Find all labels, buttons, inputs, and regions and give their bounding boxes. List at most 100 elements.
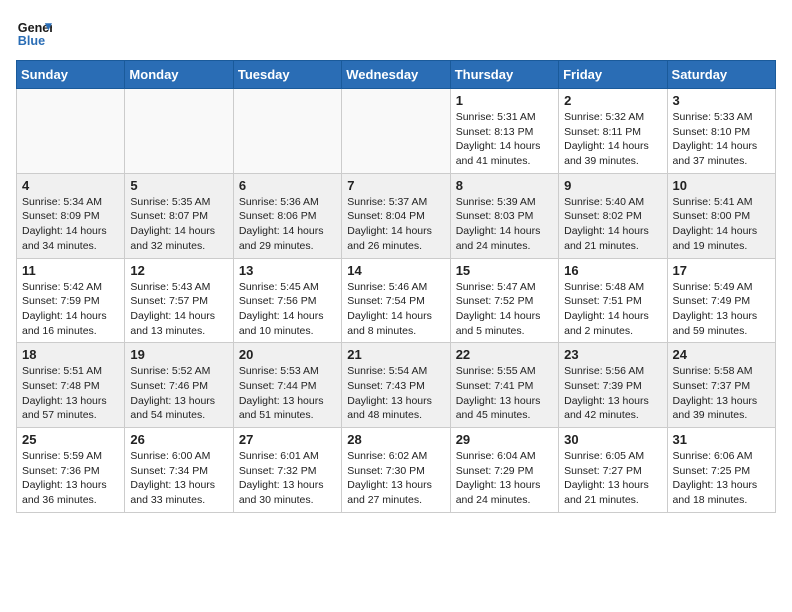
calendar-cell (342, 89, 450, 174)
calendar-cell: 24 Sunrise: 5:58 AM Sunset: 7:37 PM Dayli… (667, 343, 775, 428)
week-row-1: 1 Sunrise: 5:31 AM Sunset: 8:13 PM Daylig… (17, 89, 776, 174)
calendar-cell: 23 Sunrise: 5:56 AM Sunset: 7:39 PM Dayli… (559, 343, 667, 428)
calendar-cell: 3Sunrise: 5:33 AM Sunset: 8:10 PM Daylig… (667, 89, 775, 174)
calendar-cell: 21 Sunrise: 5:54 AM Sunset: 7:43 PM Dayli… (342, 343, 450, 428)
day-number: 6 (239, 178, 336, 193)
day-info: Sunrise: 5:33 AM Sunset: 8:10 PM Dayligh… (673, 110, 770, 169)
day-info: Sunrise: 6:00 AM Sunset: 7:34 PM Dayligh… (130, 449, 227, 508)
day-number: 19 (130, 347, 227, 362)
day-number: 30 (564, 432, 661, 447)
day-info: Sunrise: 5:56 AM Sunset: 7:39 PM Dayligh… (564, 364, 661, 423)
calendar-cell: 17 Sunrise: 5:49 AM Sunset: 7:49 PM Dayli… (667, 258, 775, 343)
calendar-cell: 29 Sunrise: 6:04 AM Sunset: 7:29 PM Dayli… (450, 428, 558, 513)
calendar-cell: 6 Sunrise: 5:36 AM Sunset: 8:06 PM Daylig… (233, 173, 341, 258)
day-number: 25 (22, 432, 119, 447)
day-number: 5 (130, 178, 227, 193)
day-info: Sunrise: 6:06 AM Sunset: 7:25 PM Dayligh… (673, 449, 770, 508)
weekday-header-thursday: Thursday (450, 61, 558, 89)
day-info: Sunrise: 5:43 AM Sunset: 7:57 PM Dayligh… (130, 280, 227, 339)
day-info: Sunrise: 5:51 AM Sunset: 7:48 PM Dayligh… (22, 364, 119, 423)
calendar-cell: 30 Sunrise: 6:05 AM Sunset: 7:27 PM Dayli… (559, 428, 667, 513)
day-number: 31 (673, 432, 770, 447)
day-info: Sunrise: 5:58 AM Sunset: 7:37 PM Dayligh… (673, 364, 770, 423)
week-row-4: 18 Sunrise: 5:51 AM Sunset: 7:48 PM Dayli… (17, 343, 776, 428)
calendar-cell: 22Sunrise: 5:55 AM Sunset: 7:41 PM Dayli… (450, 343, 558, 428)
day-number: 1 (456, 93, 553, 108)
day-number: 28 (347, 432, 444, 447)
calendar-cell: 26 Sunrise: 6:00 AM Sunset: 7:34 PM Dayli… (125, 428, 233, 513)
day-info: Sunrise: 5:52 AM Sunset: 7:46 PM Dayligh… (130, 364, 227, 423)
calendar-cell: 20 Sunrise: 5:53 AM Sunset: 7:44 PM Dayli… (233, 343, 341, 428)
calendar-table: SundayMondayTuesdayWednesdayThursdayFrid… (16, 60, 776, 513)
day-number: 23 (564, 347, 661, 362)
day-info: Sunrise: 6:04 AM Sunset: 7:29 PM Dayligh… (456, 449, 553, 508)
logo: General Blue (16, 16, 52, 52)
day-number: 11 (22, 263, 119, 278)
weekday-header-wednesday: Wednesday (342, 61, 450, 89)
day-info: Sunrise: 5:46 AM Sunset: 7:54 PM Dayligh… (347, 280, 444, 339)
calendar-cell (125, 89, 233, 174)
day-number: 18 (22, 347, 119, 362)
day-number: 20 (239, 347, 336, 362)
calendar-cell: 1 Sunrise: 5:31 AM Sunset: 8:13 PM Daylig… (450, 89, 558, 174)
week-row-3: 11 Sunrise: 5:42 AM Sunset: 7:59 PM Dayli… (17, 258, 776, 343)
svg-text:Blue: Blue (18, 34, 45, 48)
weekday-header-row: SundayMondayTuesdayWednesdayThursdayFrid… (17, 61, 776, 89)
calendar-cell: 18 Sunrise: 5:51 AM Sunset: 7:48 PM Dayli… (17, 343, 125, 428)
day-number: 13 (239, 263, 336, 278)
day-info: Sunrise: 5:37 AM Sunset: 8:04 PM Dayligh… (347, 195, 444, 254)
day-number: 2 (564, 93, 661, 108)
day-info: Sunrise: 6:02 AM Sunset: 7:30 PM Dayligh… (347, 449, 444, 508)
day-number: 22 (456, 347, 553, 362)
day-info: Sunrise: 5:53 AM Sunset: 7:44 PM Dayligh… (239, 364, 336, 423)
calendar-cell: 2Sunrise: 5:32 AM Sunset: 8:11 PM Daylig… (559, 89, 667, 174)
day-number: 29 (456, 432, 553, 447)
day-info: Sunrise: 5:34 AM Sunset: 8:09 PM Dayligh… (22, 195, 119, 254)
week-row-2: 4Sunrise: 5:34 AM Sunset: 8:09 PM Daylig… (17, 173, 776, 258)
day-info: Sunrise: 6:01 AM Sunset: 7:32 PM Dayligh… (239, 449, 336, 508)
calendar-cell: 12Sunrise: 5:43 AM Sunset: 7:57 PM Dayli… (125, 258, 233, 343)
day-number: 26 (130, 432, 227, 447)
calendar-cell: 10Sunrise: 5:41 AM Sunset: 8:00 PM Dayli… (667, 173, 775, 258)
day-number: 7 (347, 178, 444, 193)
page-header: General Blue (16, 16, 776, 52)
weekday-header-tuesday: Tuesday (233, 61, 341, 89)
day-number: 16 (564, 263, 661, 278)
day-number: 10 (673, 178, 770, 193)
calendar-cell: 7 Sunrise: 5:37 AM Sunset: 8:04 PM Daylig… (342, 173, 450, 258)
day-info: Sunrise: 5:47 AM Sunset: 7:52 PM Dayligh… (456, 280, 553, 339)
day-number: 15 (456, 263, 553, 278)
day-info: Sunrise: 6:05 AM Sunset: 7:27 PM Dayligh… (564, 449, 661, 508)
day-info: Sunrise: 5:45 AM Sunset: 7:56 PM Dayligh… (239, 280, 336, 339)
weekday-header-sunday: Sunday (17, 61, 125, 89)
day-number: 8 (456, 178, 553, 193)
day-info: Sunrise: 5:42 AM Sunset: 7:59 PM Dayligh… (22, 280, 119, 339)
day-number: 27 (239, 432, 336, 447)
calendar-cell: 19 Sunrise: 5:52 AM Sunset: 7:46 PM Dayli… (125, 343, 233, 428)
weekday-header-saturday: Saturday (667, 61, 775, 89)
calendar-cell: 11 Sunrise: 5:42 AM Sunset: 7:59 PM Dayli… (17, 258, 125, 343)
day-info: Sunrise: 5:49 AM Sunset: 7:49 PM Dayligh… (673, 280, 770, 339)
calendar-cell: 13 Sunrise: 5:45 AM Sunset: 7:56 PM Dayli… (233, 258, 341, 343)
day-number: 14 (347, 263, 444, 278)
calendar-cell: 8Sunrise: 5:39 AM Sunset: 8:03 PM Daylig… (450, 173, 558, 258)
week-row-5: 25 Sunrise: 5:59 AM Sunset: 7:36 PM Dayli… (17, 428, 776, 513)
day-info: Sunrise: 5:54 AM Sunset: 7:43 PM Dayligh… (347, 364, 444, 423)
day-number: 21 (347, 347, 444, 362)
calendar-cell: 15 Sunrise: 5:47 AM Sunset: 7:52 PM Dayli… (450, 258, 558, 343)
calendar-cell: 14 Sunrise: 5:46 AM Sunset: 7:54 PM Dayli… (342, 258, 450, 343)
day-info: Sunrise: 5:59 AM Sunset: 7:36 PM Dayligh… (22, 449, 119, 508)
calendar-cell: 9Sunrise: 5:40 AM Sunset: 8:02 PM Daylig… (559, 173, 667, 258)
calendar-cell: 16Sunrise: 5:48 AM Sunset: 7:51 PM Dayli… (559, 258, 667, 343)
logo-icon: General Blue (16, 16, 52, 52)
day-number: 24 (673, 347, 770, 362)
weekday-header-friday: Friday (559, 61, 667, 89)
weekday-header-monday: Monday (125, 61, 233, 89)
calendar-cell: 5Sunrise: 5:35 AM Sunset: 8:07 PM Daylig… (125, 173, 233, 258)
day-info: Sunrise: 5:31 AM Sunset: 8:13 PM Dayligh… (456, 110, 553, 169)
calendar-cell (233, 89, 341, 174)
day-info: Sunrise: 5:36 AM Sunset: 8:06 PM Dayligh… (239, 195, 336, 254)
calendar-cell: 4Sunrise: 5:34 AM Sunset: 8:09 PM Daylig… (17, 173, 125, 258)
calendar-cell: 25 Sunrise: 5:59 AM Sunset: 7:36 PM Dayli… (17, 428, 125, 513)
day-number: 17 (673, 263, 770, 278)
